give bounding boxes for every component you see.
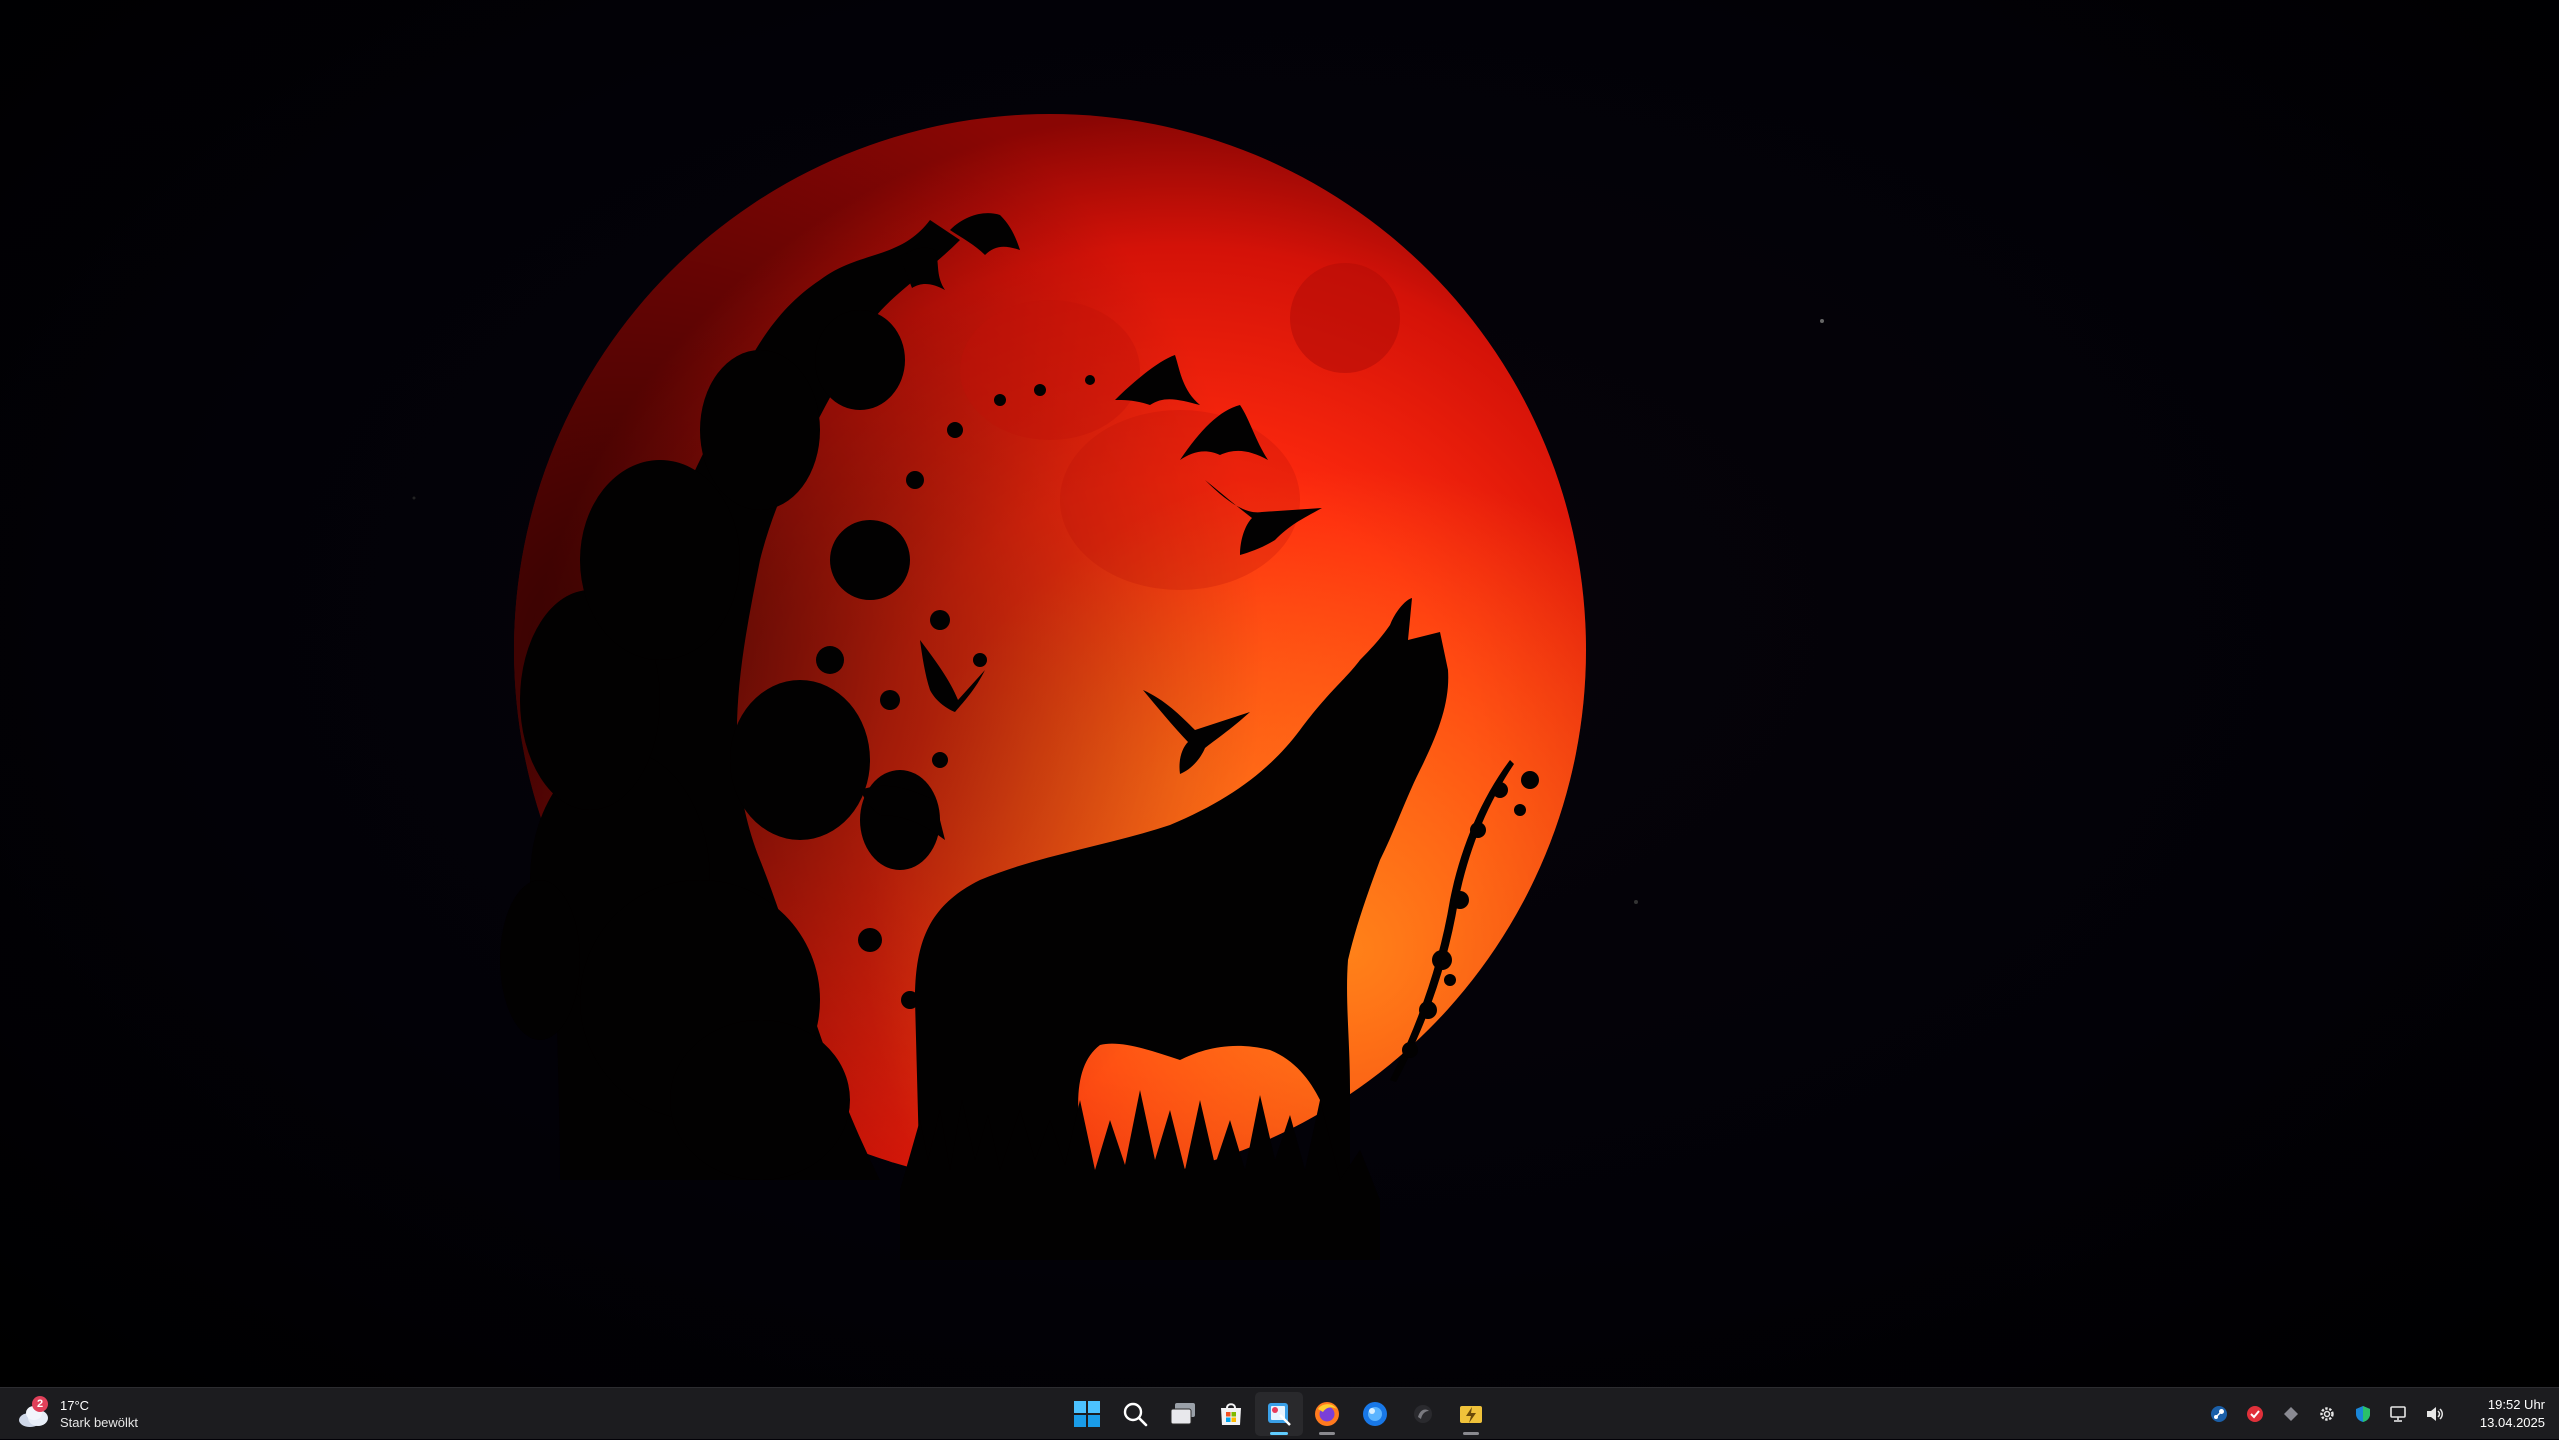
tray-volume[interactable] xyxy=(2419,1394,2451,1434)
wallpaper xyxy=(412,114,1824,1260)
search-icon xyxy=(1123,1402,1148,1427)
red-shield-app-icon xyxy=(2247,1406,2263,1422)
star xyxy=(1820,319,1824,323)
desktop[interactable] xyxy=(0,0,2559,1387)
notification-badge: 2 xyxy=(32,1396,48,1412)
star xyxy=(1634,900,1638,904)
lightning-folder-icon xyxy=(1460,1406,1482,1423)
security-shield-icon xyxy=(2356,1406,2370,1422)
dark-app-button[interactable] xyxy=(1399,1392,1447,1436)
dark-app-icon xyxy=(1414,1405,1432,1423)
clock[interactable]: 19:52 Uhr 13.04.2025 xyxy=(2480,1396,2545,1432)
snipping-tool-button[interactable] xyxy=(1255,1392,1303,1436)
tray-diamond-app[interactable] xyxy=(2275,1394,2307,1434)
system-tray xyxy=(2203,1388,2451,1440)
microsoft-store-icon xyxy=(1221,1403,1241,1425)
tray-network[interactable] xyxy=(2383,1394,2415,1434)
taskbar-pinned-apps xyxy=(1063,1388,1495,1440)
firefox-icon xyxy=(1315,1402,1339,1426)
weather-widget[interactable]: 2 17°C Stark bewölkt xyxy=(16,1394,138,1434)
tray-security[interactable] xyxy=(2347,1394,2379,1434)
snipping-tool-icon xyxy=(1268,1403,1291,1426)
gear-tray-icon xyxy=(2320,1407,2334,1421)
weather-temperature: 17°C xyxy=(60,1398,90,1413)
weather-description: Stark bewölkt xyxy=(60,1415,139,1430)
tray-gear[interactable] xyxy=(2311,1394,2343,1434)
microsoft-store-button[interactable] xyxy=(1207,1392,1255,1436)
windows-start-icon xyxy=(1074,1401,1100,1427)
speaker-icon xyxy=(2427,1407,2443,1421)
task-view-button[interactable] xyxy=(1159,1392,1207,1436)
start-button[interactable] xyxy=(1063,1392,1111,1436)
network-icon xyxy=(2390,1406,2406,1422)
tray-steam[interactable] xyxy=(2203,1394,2235,1434)
cloudy-weather-icon: 2 xyxy=(16,1396,52,1430)
blue-globe-app-icon xyxy=(1363,1402,1387,1426)
tray-red-app[interactable] xyxy=(2239,1394,2271,1434)
firefox-button[interactable] xyxy=(1303,1392,1351,1436)
clock-date: 13.04.2025 xyxy=(2479,1415,2545,1430)
star xyxy=(412,496,416,500)
blue-globe-app-button[interactable] xyxy=(1351,1392,1399,1436)
clock-time: 19:52 Uhr xyxy=(2487,1397,2545,1412)
diamond-app-icon xyxy=(2284,1407,2298,1421)
search-button[interactable] xyxy=(1111,1392,1159,1436)
steam-icon xyxy=(2211,1406,2227,1422)
lightning-folder-button[interactable] xyxy=(1447,1392,1495,1436)
taskbar: 2 17°C Stark bewölkt 19:52 Uhr 13.04.202… xyxy=(0,1387,2559,1439)
task-view-icon xyxy=(1170,1403,1195,1425)
